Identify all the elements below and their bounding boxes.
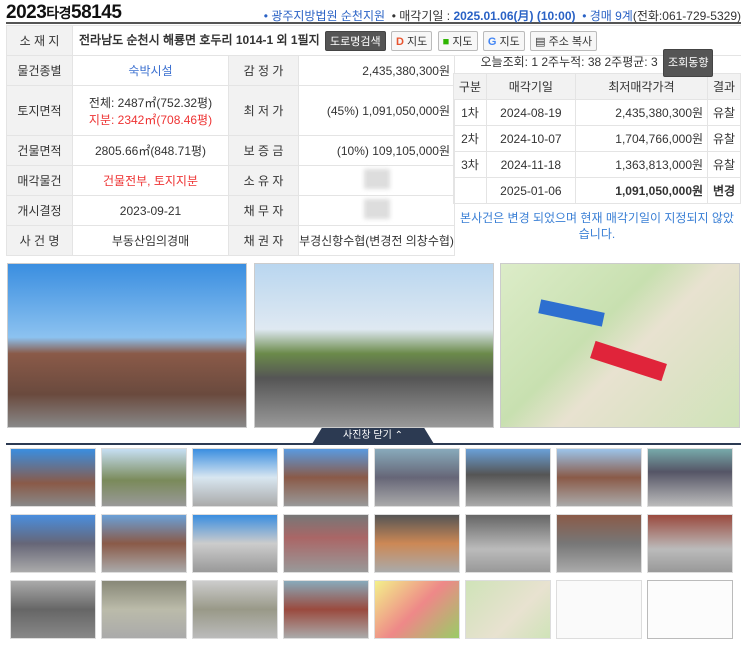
sale-items: 건물전부, 토지지분 xyxy=(72,165,229,196)
case-number: 2023타경58145 xyxy=(6,2,122,23)
dept: • 경매 9계 xyxy=(582,9,633,23)
owner-blurred xyxy=(298,165,455,196)
deposit: (10%) 109,105,000원 xyxy=(298,135,455,166)
thumbnail[interactable] xyxy=(556,448,642,507)
thumbnail-map[interactable] xyxy=(465,580,551,639)
property-type: 숙박시설 xyxy=(72,55,229,86)
thumbnail-drawing[interactable] xyxy=(647,580,733,639)
appraisal-value: 2,435,380,300원 xyxy=(298,55,455,86)
col-header: 최저매각가격 xyxy=(574,73,709,100)
thumbnail[interactable] xyxy=(10,448,96,507)
map-parcel-red xyxy=(590,340,667,382)
row-label: 최 저 가 xyxy=(228,85,299,136)
property-map-photo[interactable] xyxy=(500,263,740,428)
minimum-price: (45%) 1,091,050,000원 xyxy=(298,85,455,136)
col-header: 결과 xyxy=(707,73,741,100)
road-name-search-button[interactable]: 도로명검색 xyxy=(325,30,386,51)
land-area: 전체: 2487㎡(752.32평) 지분: 2342㎡(708.46평) xyxy=(72,85,229,136)
start-date: 2023-09-21 xyxy=(72,195,229,226)
thumbnail[interactable] xyxy=(10,514,96,573)
divider xyxy=(6,443,741,445)
thumbnail[interactable] xyxy=(556,514,642,573)
thumbnail[interactable] xyxy=(465,448,551,507)
thumbnail[interactable] xyxy=(101,580,187,639)
building-area: 2805.66㎡(848.71평) xyxy=(72,135,229,166)
thumbnail[interactable] xyxy=(374,448,460,507)
court: • 광주지방법원 순천지원 xyxy=(263,9,386,23)
thumbnail[interactable] xyxy=(465,514,551,573)
sale-history-table: 구분 매각기일 최저매각가격 결과 1차 2024-08-19 2,435,380,300… xyxy=(453,73,741,204)
col-header: 구분 xyxy=(453,73,487,100)
row-label: 물건종별 xyxy=(6,55,73,86)
naver-map-button[interactable]: ■ 지도 xyxy=(437,30,478,51)
row-label: 소 유 자 xyxy=(228,165,299,196)
table-row: 3차 2024-11-18 1,363,813,000원 유찰 xyxy=(453,151,741,178)
thumbnail-grid xyxy=(10,448,733,639)
thumbnail[interactable] xyxy=(374,514,460,573)
table-row: 2차 2024-10-07 1,704,766,000원 유찰 xyxy=(453,125,741,152)
row-label: 토지면적 xyxy=(6,85,73,136)
thumbnail[interactable] xyxy=(283,448,369,507)
sale-history-panel: 오늘조회: 1 2주누적: 38 2주평균: 3 조회동향 구분 매각기일 최저매각… xyxy=(453,49,741,248)
col-header: 매각기일 xyxy=(485,73,576,100)
table-row: 1차 2024-08-19 2,435,380,300원 유찰 xyxy=(453,99,741,126)
thumbnail[interactable] xyxy=(283,580,369,639)
sale-date: 2025.01.06(月) (10:00) xyxy=(453,9,576,23)
thumbnail[interactable] xyxy=(192,448,278,507)
thumbnail[interactable] xyxy=(192,514,278,573)
thumbnail[interactable] xyxy=(101,448,187,507)
row-label: 감 정 가 xyxy=(228,55,299,86)
thumbnail[interactable] xyxy=(283,514,369,573)
table-row: 2025-01-06 1,091,050,000원 변경 xyxy=(453,177,741,204)
row-label: 개시결정 xyxy=(6,195,73,226)
row-label: 채 권 자 xyxy=(228,225,299,256)
thumbnail[interactable] xyxy=(10,580,96,639)
row-label: 건물면적 xyxy=(6,135,73,166)
row-label: 보 증 금 xyxy=(228,135,299,166)
thumbnail[interactable] xyxy=(192,580,278,639)
address-label: 소 재 지 xyxy=(6,25,73,56)
copy-address-button[interactable]: ▤ 주소 복사 xyxy=(530,30,598,51)
phone: (전화:061-729-5329) xyxy=(632,9,741,23)
case-name: 부동산임의경매 xyxy=(72,225,229,256)
thumbnail[interactable] xyxy=(101,514,187,573)
creditor: 부경신항수협(변경전 의창수협) xyxy=(298,225,455,256)
google-map-button[interactable]: G 지도 xyxy=(482,30,525,51)
thumbnail[interactable] xyxy=(647,514,733,573)
daum-map-button[interactable]: D 지도 xyxy=(390,30,433,51)
address-value: 전라남도 순천시 해룡면 호두리 1014-1 외 1필지 xyxy=(79,32,320,47)
row-label: 채 무 자 xyxy=(228,195,299,226)
case-meta: • 광주지방법원 순천지원 • 매각기일 : 2025.01.06(月) (10… xyxy=(263,9,741,23)
property-photo-entrance[interactable] xyxy=(254,263,494,428)
row-label: 매각물건 xyxy=(6,165,73,196)
debtor-blurred xyxy=(298,195,455,226)
thumbnail-drawing[interactable] xyxy=(556,580,642,639)
thumbnail[interactable] xyxy=(647,448,733,507)
map-parcel-blue xyxy=(538,299,605,327)
copy-icon: ▤ xyxy=(535,35,546,48)
property-photo-exterior[interactable] xyxy=(7,263,247,428)
thumbnail-map[interactable] xyxy=(374,580,460,639)
row-label: 사 건 명 xyxy=(6,225,73,256)
header: 2023타경58145 • 광주지방법원 순천지원 • 매각기일 : 2025.… xyxy=(6,2,741,24)
notice: 본사건은 변경 되었으며 현재 매각기일이 지정되지 않았습니다. xyxy=(460,211,734,241)
view-trend-button[interactable]: 조회동향 xyxy=(662,49,714,77)
view-stats: 오늘조회: 1 2주누적: 38 2주평균: 3 조회동향 xyxy=(453,49,741,77)
close-photos-button[interactable]: 사진창 닫기 ⌃ xyxy=(312,428,434,444)
